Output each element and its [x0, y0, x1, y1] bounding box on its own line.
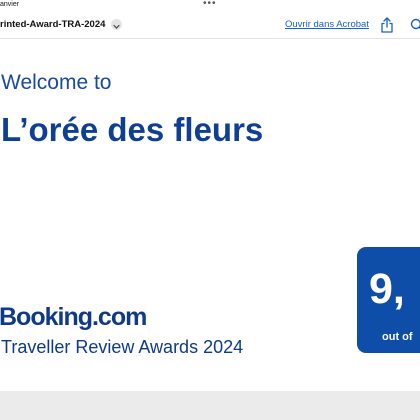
viewer-toolbar: rinted-Award-TRA-2024 Ouvrir dans Acroba… [0, 12, 420, 39]
booking-logo-text: Booking.com [0, 303, 147, 331]
status-bar: anvier ••• [0, 0, 420, 12]
search-icon[interactable] [410, 18, 420, 32]
file-name[interactable]: rinted-Award-TRA-2024 [0, 19, 105, 30]
open-in-acrobat-link[interactable]: Ouvrir dans Acrobat [285, 19, 369, 30]
more-dots-icon[interactable]: ••• [203, 0, 217, 9]
chevron-down-icon[interactable] [111, 19, 122, 30]
score-suffix: out of [382, 331, 413, 343]
score-value: 9, [369, 265, 405, 313]
award-title: Traveller Review Awards 2024 [1, 337, 244, 357]
page-bottom-band [0, 391, 420, 420]
welcome-text: Welcome to [1, 71, 112, 94]
status-date: anvier [0, 1, 20, 8]
venue-name: L’orée des fleurs [1, 111, 264, 148]
share-icon[interactable] [380, 17, 394, 33]
score-card: 9, out of [357, 247, 420, 353]
